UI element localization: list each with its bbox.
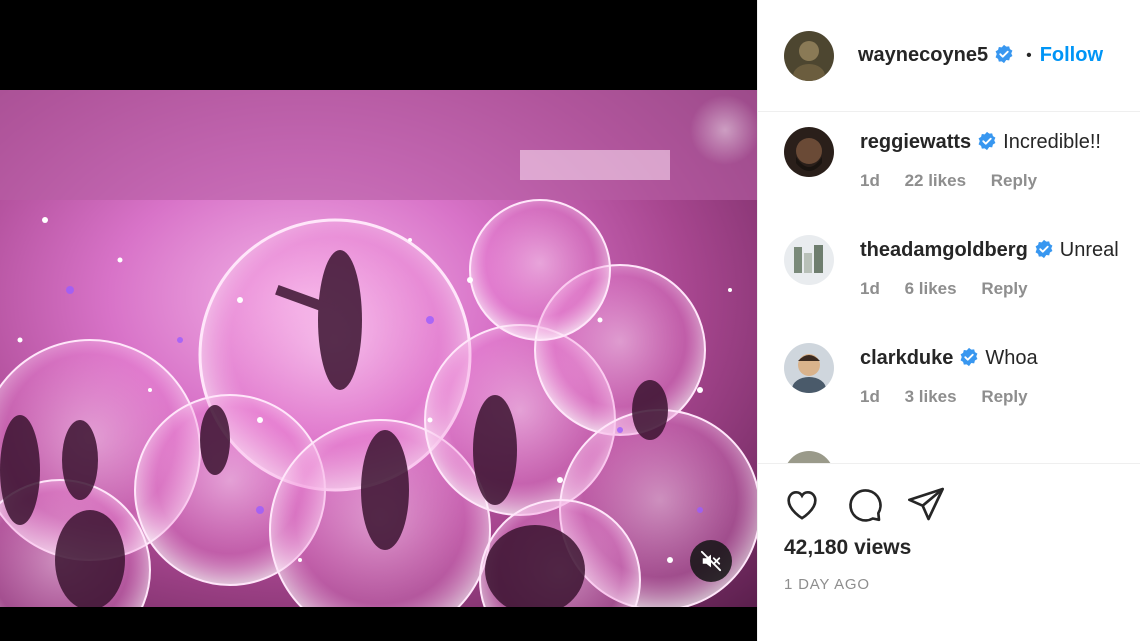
verified-badge-icon xyxy=(995,44,1013,64)
share-icon xyxy=(908,487,944,521)
muted-speaker-icon xyxy=(700,550,722,572)
post-header: waynecoyne5 • Follow xyxy=(758,0,1140,112)
post-actions-area: 42,180 views 1 DAY AGO xyxy=(758,463,1140,641)
comments-list[interactable]: reggiewatts Incredible!! 1d 22 likes Repl… xyxy=(758,113,1140,463)
comment-username[interactable]: theadamgoldberg xyxy=(860,239,1028,261)
comment-username[interactable]: reggiewatts xyxy=(860,131,971,153)
like-button[interactable] xyxy=(782,484,822,524)
reply-button[interactable]: Reply xyxy=(991,171,1037,190)
video-still xyxy=(0,90,757,607)
comment-age[interactable]: 1d xyxy=(860,171,880,190)
post-sidebar: waynecoyne5 • Follow reggiewatts Incredib… xyxy=(757,0,1140,641)
comment-icon xyxy=(849,489,882,522)
comment-likes[interactable]: 3 likes xyxy=(905,387,957,406)
comment-button[interactable] xyxy=(844,484,884,524)
comment-item: theadamgoldberg Unreal 1d 6 likes Reply xyxy=(784,235,1119,299)
reply-button[interactable]: Reply xyxy=(981,279,1027,298)
separator-dot: • xyxy=(1026,46,1032,64)
comment-text: Whoa xyxy=(985,347,1038,369)
post-timestamp[interactable]: 1 DAY AGO xyxy=(784,576,870,593)
verified-badge-icon xyxy=(1035,239,1053,259)
comment-likes[interactable]: 6 likes xyxy=(905,279,957,298)
follow-button[interactable]: Follow xyxy=(1040,44,1103,67)
view-count[interactable]: 42,180 views xyxy=(784,536,911,560)
avatar[interactable] xyxy=(784,343,834,393)
comment-item: reggiewatts Incredible!! 1d 22 likes Repl… xyxy=(784,127,1101,191)
author-username[interactable]: waynecoyne5 xyxy=(858,44,1014,67)
video-player[interactable] xyxy=(0,0,757,641)
comment-age[interactable]: 1d xyxy=(860,279,880,298)
verified-badge-icon xyxy=(960,347,978,367)
share-button[interactable] xyxy=(906,484,946,524)
heart-icon xyxy=(787,490,817,520)
comment-item: clarkduke Whoa 1d 3 likes Reply xyxy=(784,343,1048,407)
comment-text: Unreal xyxy=(1059,239,1119,261)
comment-item xyxy=(784,451,834,463)
avatar[interactable] xyxy=(784,235,834,285)
verified-badge-icon xyxy=(978,131,996,151)
mute-button[interactable] xyxy=(690,540,732,582)
comment-text: Incredible!! xyxy=(1003,131,1101,153)
video-frame[interactable] xyxy=(0,90,757,607)
avatar[interactable] xyxy=(784,30,834,81)
avatar[interactable] xyxy=(784,451,834,463)
comment-username[interactable]: clarkduke xyxy=(860,347,953,369)
comment-likes[interactable]: 22 likes xyxy=(905,171,966,190)
action-bar xyxy=(782,484,946,524)
reply-button[interactable]: Reply xyxy=(981,387,1027,406)
avatar[interactable] xyxy=(784,127,834,177)
comment-age[interactable]: 1d xyxy=(860,387,880,406)
